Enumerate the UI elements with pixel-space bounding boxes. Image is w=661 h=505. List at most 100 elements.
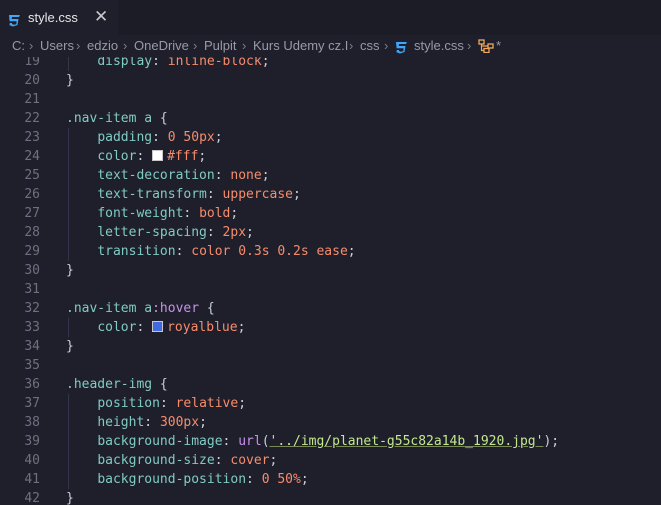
code-text: height: 300px;: [66, 413, 207, 432]
code-token: ;: [238, 396, 247, 411]
code-text: text-transform: uppercase;: [66, 185, 301, 204]
css-file-icon: [8, 12, 21, 31]
code-token: ;: [199, 415, 207, 430]
line-number: 29: [24, 244, 40, 259]
code-token: .nav-item a: [66, 111, 153, 126]
code-token: background-position: [97, 472, 247, 487]
line-number: 21: [24, 92, 40, 107]
code-token: :: [152, 130, 168, 145]
code-line: 37 position: relative;: [0, 394, 661, 413]
breadcrumb-item-pulpit[interactable]: Pulpit: [204, 38, 237, 53]
code-line: 30}: [0, 261, 661, 280]
code-token: ;: [237, 320, 246, 335]
code-text: letter-spacing: 2px;: [66, 223, 254, 242]
line-number: 33: [24, 320, 40, 335]
code-token: ;: [246, 225, 254, 240]
line-number: 24: [24, 149, 40, 164]
code-text: .nav-item a {: [66, 109, 168, 128]
chevron-right-icon: ›: [384, 38, 389, 53]
breadcrumb-item-onedrive[interactable]: OneDrive: [134, 38, 189, 53]
code-token: background-size: [97, 453, 215, 468]
code-text: padding: 0 50px;: [66, 128, 223, 147]
line-number: 30: [24, 263, 40, 278]
breadcrumb-item-drive[interactable]: C:: [12, 38, 25, 53]
code-token: :: [136, 320, 153, 335]
code-token: padding: [97, 130, 153, 145]
code-text: color: royalblue;: [66, 318, 245, 337]
code-token: text-transform: [97, 187, 207, 202]
breadcrumb-item-users[interactable]: Users: [40, 38, 74, 53]
code-token: {: [159, 377, 168, 392]
chevron-right-icon: ›: [193, 38, 198, 53]
code-token: }: [66, 263, 74, 278]
line-number: 23: [24, 130, 40, 145]
code-editor[interactable]: 19 display: inline-block; 20} 21 22 .nav-ite…: [0, 57, 661, 505]
code-token: {: [206, 301, 215, 316]
line-number: 22: [24, 111, 40, 126]
code-token: ;: [214, 130, 223, 145]
code-line: 23 padding: 0 50px;: [0, 128, 661, 147]
breadcrumb-item-edzio[interactable]: edzio: [87, 38, 118, 53]
line-number: 19: [24, 57, 40, 69]
code-token: ;: [347, 244, 356, 259]
code-token: ;: [261, 168, 270, 183]
code-token: :: [183, 206, 200, 221]
code-token: color: [97, 149, 137, 164]
breadcrumb-symbol[interactable]: *: [496, 38, 501, 53]
breadcrumb-item-css[interactable]: css: [360, 38, 380, 53]
tab-bar: style.css ✕: [0, 0, 661, 35]
code-token: }: [66, 339, 74, 354]
code-token: ;: [300, 472, 309, 487]
code-token: bold: [199, 206, 231, 221]
code-token: background-image: [97, 434, 223, 449]
code-token: :: [214, 453, 231, 468]
code-text: }: [66, 489, 74, 505]
tab-style-css[interactable]: style.css ✕: [0, 0, 118, 35]
code-token: color: [97, 320, 137, 335]
code-text: position: relative;: [66, 394, 246, 413]
code-token: :: [159, 396, 176, 411]
chevron-right-icon: ›: [467, 38, 472, 53]
breadcrumb-item-file[interactable]: style.css: [414, 38, 464, 53]
code-line: 38 height: 300px;: [0, 413, 661, 432]
code-token: 2px: [222, 225, 247, 240]
code-text: background-image: url('../img/planet-g55…: [66, 432, 559, 451]
breadcrumb: C: › Users › edzio › OneDrive › Pulpit ›…: [0, 35, 661, 57]
color-swatch[interactable]: [152, 150, 164, 161]
line-number: 26: [24, 187, 40, 202]
line-number: 34: [24, 339, 40, 354]
code-token: 300px: [159, 415, 200, 430]
color-swatch[interactable]: [152, 321, 164, 332]
code-token: transition: [97, 244, 176, 259]
code-line: 40 background-size: cover;: [0, 451, 661, 470]
code-line: 32 .nav-item a:hover {: [0, 299, 661, 318]
code-token: ;: [198, 149, 207, 164]
symbol-hierarchy-icon[interactable]: [478, 39, 494, 56]
code-token: ;: [293, 187, 301, 202]
breadcrumb-item-kurs[interactable]: Kurs Udemy cz.I: [253, 38, 348, 53]
code-token: '../img/planet-g55c82a14b_1920.jpg': [269, 434, 544, 449]
code-line: 41 background-position: 0 50%;: [0, 470, 661, 489]
code-token: uppercase: [222, 187, 293, 202]
code-line: 36 .header-img {: [0, 375, 661, 394]
chevron-right-icon: ›: [123, 38, 128, 53]
code-token: 0 50%: [261, 472, 301, 487]
code-line: 21: [0, 90, 661, 109]
css-file-icon: [395, 41, 408, 57]
close-icon[interactable]: ✕: [94, 7, 108, 27]
line-number: 39: [24, 434, 40, 449]
line-number: 37: [24, 396, 40, 411]
code-line: 39 background-image: url('../img/planet-…: [0, 432, 661, 451]
code-line: 28 letter-spacing: 2px;: [0, 223, 661, 242]
code-token: ;: [261, 57, 270, 69]
code-token: }: [66, 491, 74, 505]
